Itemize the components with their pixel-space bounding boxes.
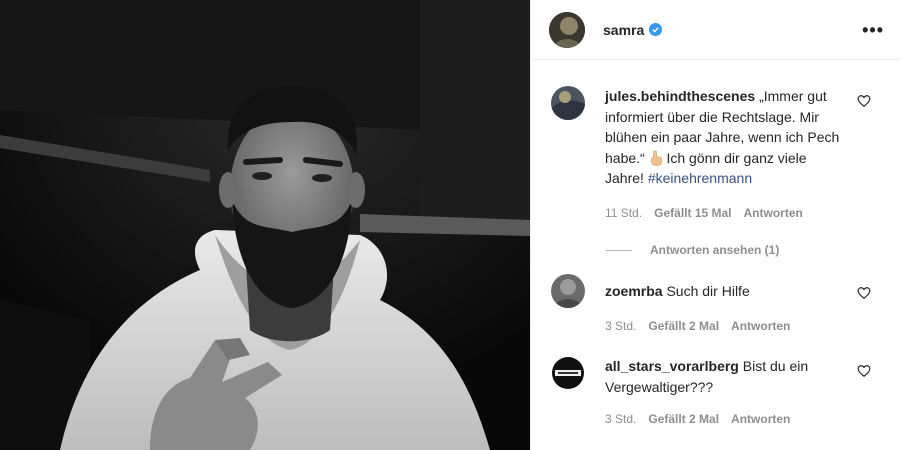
comment-meta: 3 Std. Gefällt 2 Mal Antworten [605,316,845,337]
comment-timestamp[interactable]: 11 Std. [605,203,642,224]
comment-item: all_stars_vorarlberg Bist du ein Vergewa… [551,356,900,430]
view-replies-label[interactable]: Antworten ansehen (1) [650,243,779,257]
reply-button[interactable]: Antworten [731,409,790,430]
comment-meta: 11 Std. Gefällt 15 Mal Antworten [605,203,845,224]
like-heart-icon[interactable] [857,364,871,378]
commenter-avatar[interactable] [551,274,585,308]
comment-timestamp[interactable]: 3 Std. [605,316,636,337]
comment-body: zoemrba Such dir Hilfe 3 Std. Gefällt 2 … [605,274,845,336]
comment-list: jules.behindthescenes „Immer gut informi… [531,60,900,430]
comment-body: all_stars_vorarlberg Bist du ein Vergewa… [605,356,845,430]
post-header: samra ••• [531,0,900,60]
like-heart-icon[interactable] [857,286,871,300]
comments-panel: samra ••• jules.behindthescenes „Immer g… [530,0,900,450]
commenter-avatar[interactable] [551,356,585,390]
like-heart-icon[interactable] [857,94,871,108]
post-image[interactable] [0,0,530,450]
middle-finger-emoji-icon [649,150,663,166]
comment-likes[interactable]: Gefällt 2 Mal [648,316,719,337]
commenter-avatar[interactable] [551,86,585,120]
author-username[interactable]: samra [603,22,644,38]
comment-timestamp[interactable]: 3 Std. [605,409,636,430]
reply-button[interactable]: Antworten [731,316,790,337]
comment-meta: 3 Std. Gefällt 2 Mal Antworten [605,409,845,430]
comment-hashtag-link[interactable]: #keinehrenmann [648,170,752,186]
comment-item: zoemrba Such dir Hilfe 3 Std. Gefällt 2 … [551,274,900,336]
comment-username[interactable]: jules.behindthescenes [605,88,755,104]
replies-divider-line [606,249,632,251]
comment-username[interactable]: all_stars_vorarlberg [605,358,739,374]
author-username-row[interactable]: samra [603,22,663,38]
more-options-icon[interactable]: ••• [862,21,884,39]
comment-text: Such dir Hilfe [666,283,750,299]
comment-item: jules.behindthescenes „Immer gut informi… [551,86,900,223]
comment-username[interactable]: zoemrba [605,283,663,299]
verified-badge-icon [649,23,663,36]
comment-body: jules.behindthescenes „Immer gut informi… [605,86,845,223]
author-avatar[interactable] [549,11,585,48]
comment-likes[interactable]: Gefällt 15 Mal [654,203,731,224]
view-replies-button[interactable]: Antworten ansehen (1) [606,243,900,257]
post-photo-graphic [0,0,530,450]
comment-likes[interactable]: Gefällt 2 Mal [648,409,719,430]
reply-button[interactable]: Antworten [744,203,803,224]
